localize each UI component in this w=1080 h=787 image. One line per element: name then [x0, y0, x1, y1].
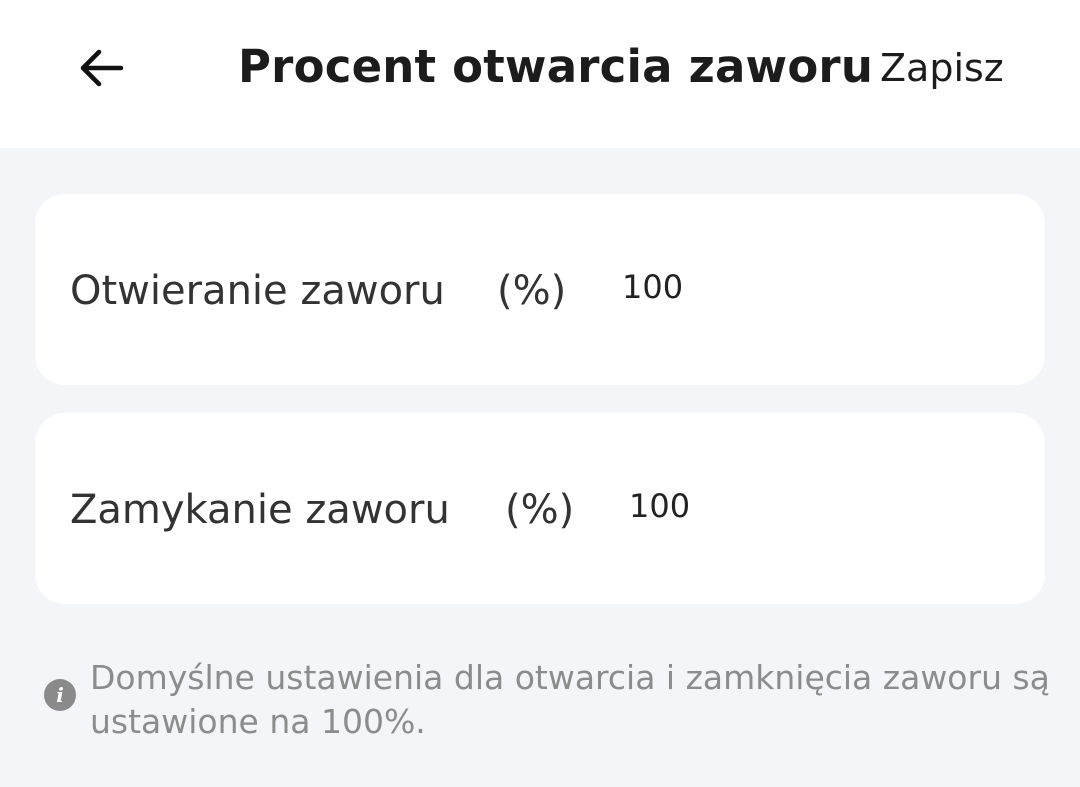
page-title: Procent otwarcia zaworu: [238, 40, 874, 93]
app-header: Procent otwarcia zaworu Zapisz: [0, 0, 1080, 148]
arrow-left-icon: [80, 49, 124, 87]
closing-setting-card[interactable]: Zamykanie zaworu (%) 100: [35, 413, 1045, 604]
opening-unit: (%): [497, 268, 567, 314]
back-button[interactable]: [66, 36, 136, 100]
opening-setting-card[interactable]: Otwieranie zaworu (%) 100: [35, 194, 1045, 385]
opening-label: Otwieranie zaworu: [70, 268, 445, 314]
info-text: Domyślne ustawienia dla otwarcia i zamkn…: [90, 658, 1050, 741]
closing-unit: (%): [505, 487, 575, 533]
closing-value-input[interactable]: 100: [629, 487, 690, 525]
save-button[interactable]: Zapisz: [880, 46, 1004, 90]
opening-value-input[interactable]: 100: [622, 268, 683, 306]
closing-label: Zamykanie zaworu: [70, 487, 450, 533]
info-icon: i: [44, 679, 76, 711]
